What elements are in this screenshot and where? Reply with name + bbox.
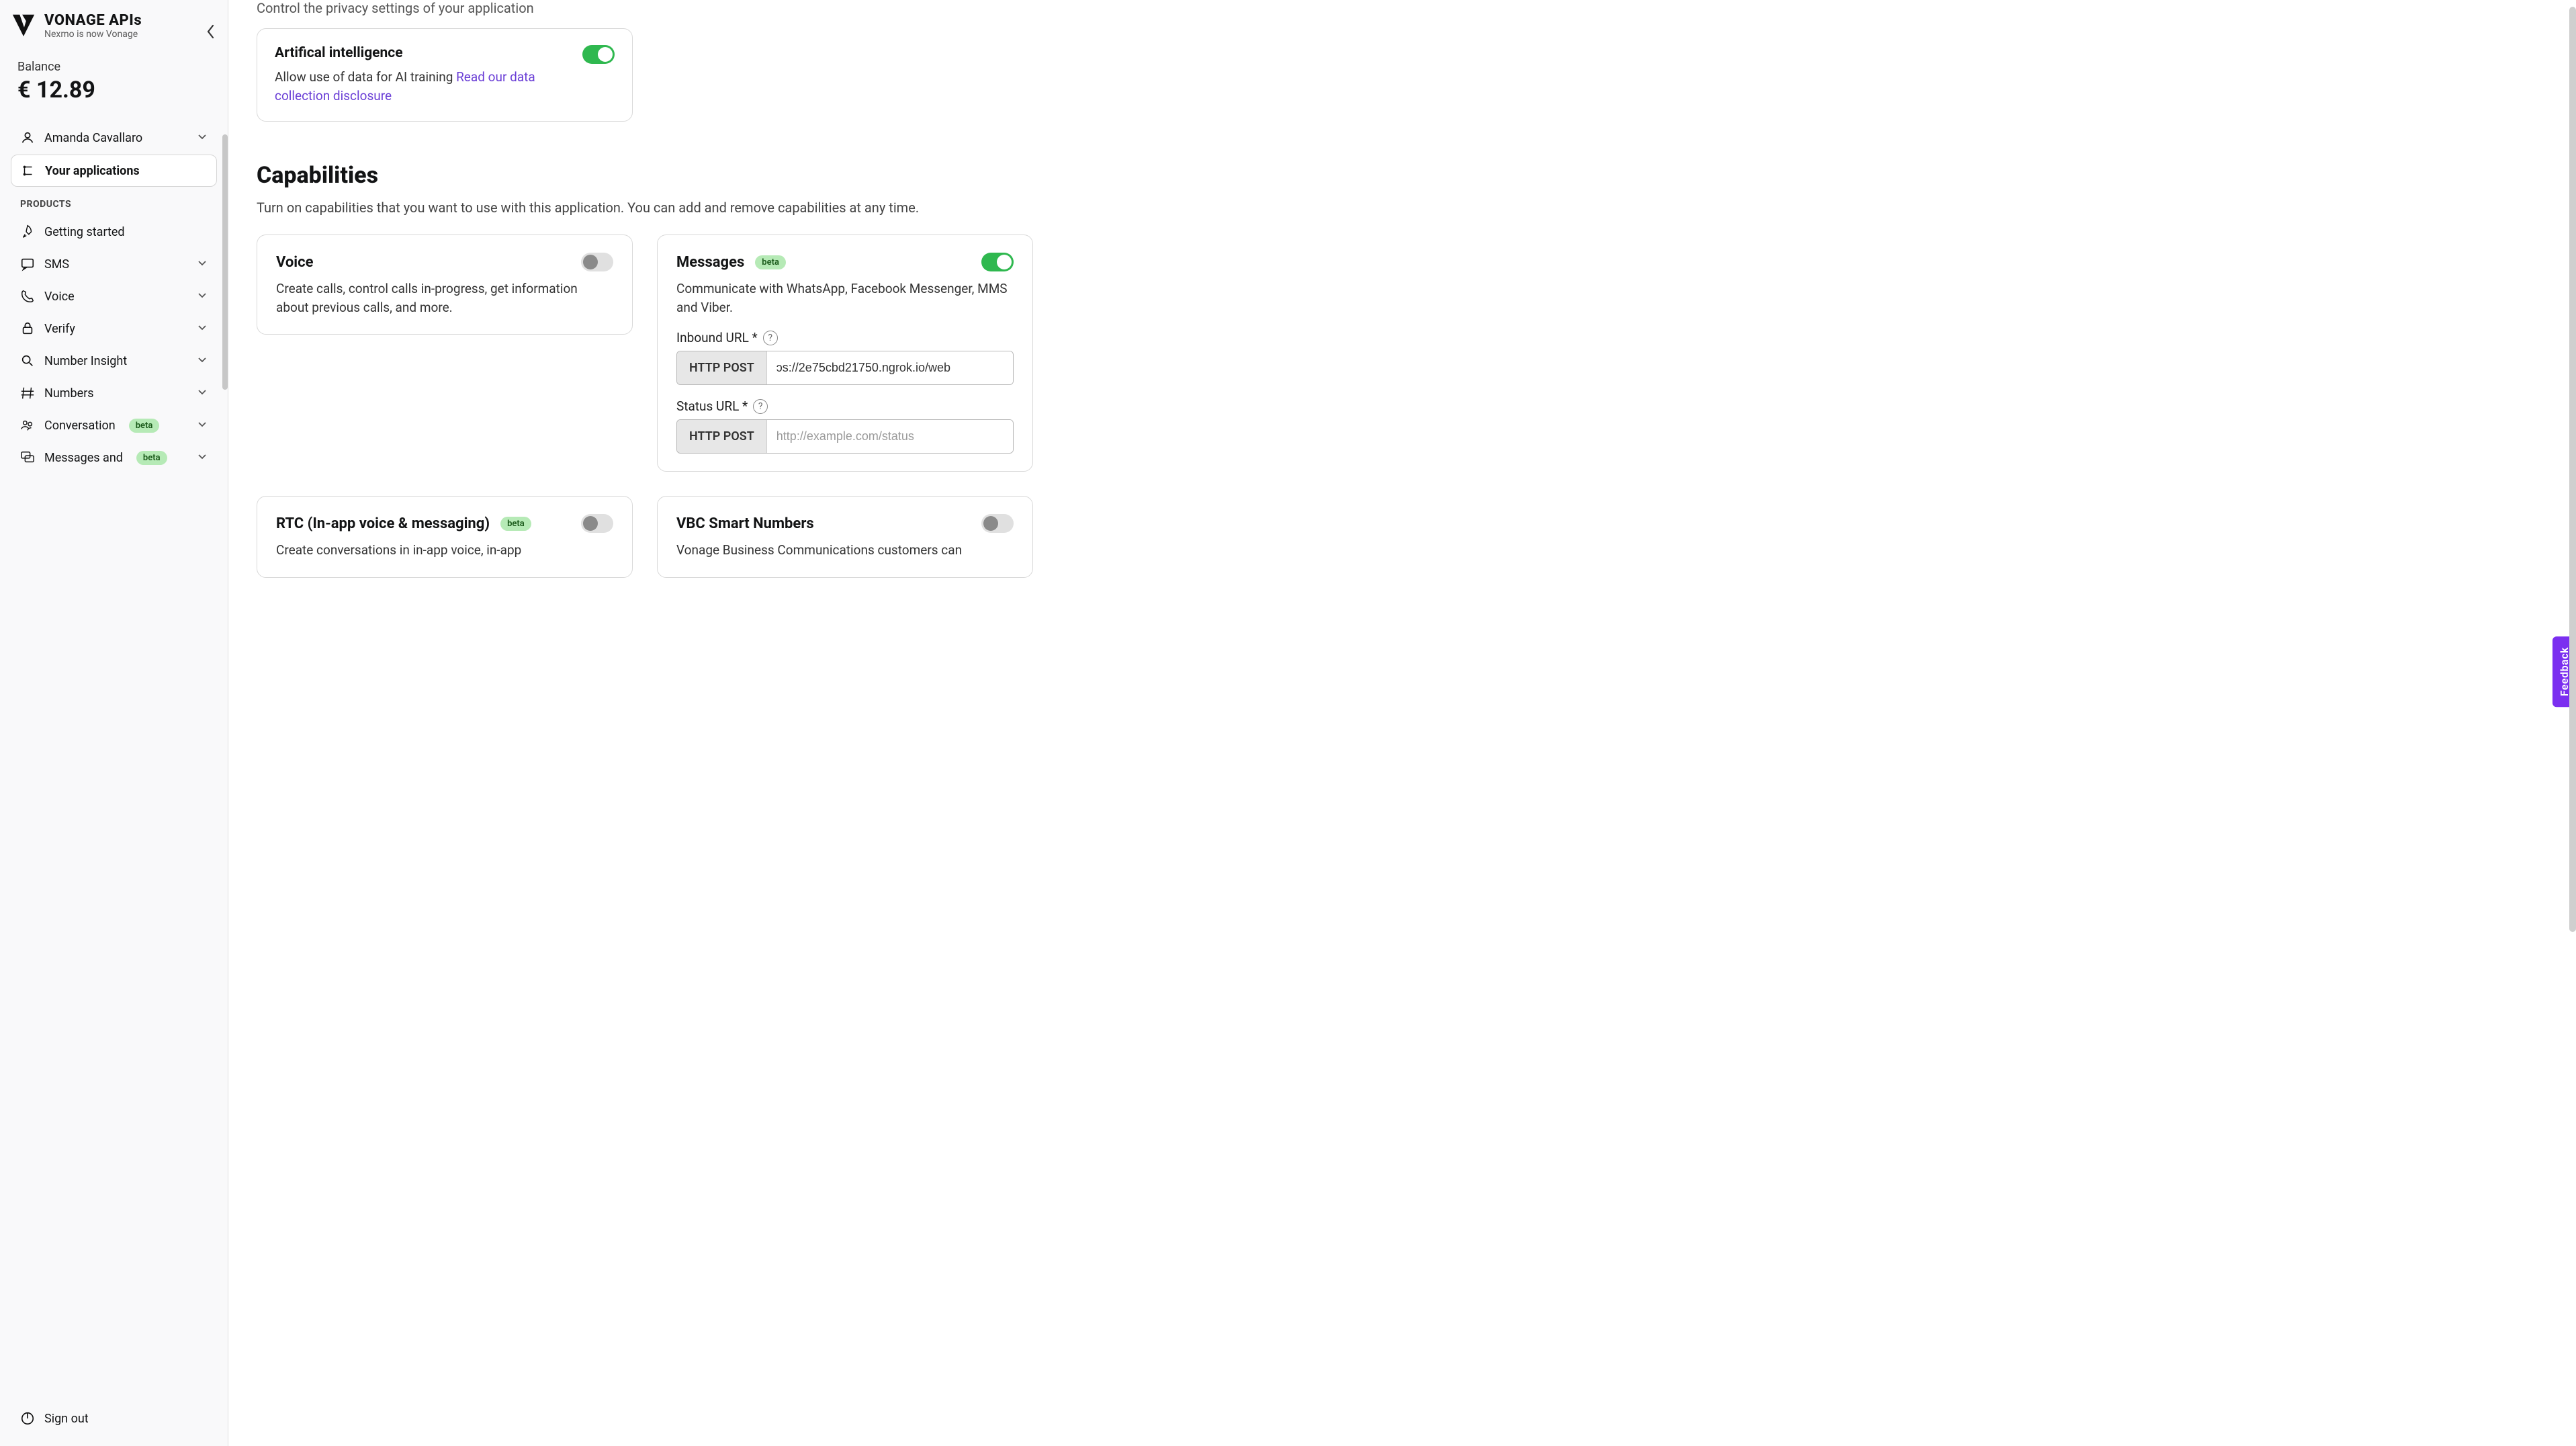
applications-icon: [21, 163, 36, 178]
capability-card-vbc: VBC Smart Numbers Vonage Business Commun…: [657, 496, 1033, 578]
rtc-toggle[interactable]: [581, 514, 613, 533]
chevron-down-icon: [197, 131, 208, 145]
sidebar: VONAGE APIs Nexmo is now Vonage Balance …: [0, 0, 228, 1446]
sidebar-item-label: SMS: [44, 257, 69, 271]
messages-desc: Communicate with WhatsApp, Facebook Mess…: [676, 280, 1014, 316]
messages-toggle[interactable]: [981, 253, 1014, 271]
chevron-down-icon: [197, 257, 208, 271]
chevron-down-icon: [197, 322, 208, 336]
beta-badge: beta: [755, 255, 786, 269]
main-content: Control the privacy settings of your app…: [228, 0, 2576, 1446]
collapse-sidebar-button[interactable]: [201, 22, 221, 42]
ai-card-desc-text: Allow use of data for AI training: [275, 69, 456, 85]
beta-badge: beta: [129, 419, 160, 433]
products-section-label: PRODUCTS: [11, 188, 217, 215]
vbc-toggle[interactable]: [981, 514, 1014, 533]
inbound-url-label: Inbound URL *: [676, 330, 758, 345]
conversation-icon: [20, 418, 35, 433]
sidebar-item-label: Number Insight: [44, 354, 127, 368]
capabilities-heading: Capabilities: [257, 162, 2552, 189]
brand-title: VONAGE APIs: [44, 12, 142, 29]
messages-title: Messages: [676, 254, 744, 271]
ai-toggle[interactable]: [582, 45, 615, 64]
chevron-down-icon: [197, 419, 208, 433]
sidebar-item-messages-and[interactable]: Messages and beta: [11, 442, 217, 473]
capabilities-subtext: Turn on capabilities that you want to us…: [257, 200, 2552, 216]
phone-icon: [20, 289, 35, 304]
lock-icon: [20, 321, 35, 336]
chevron-down-icon: [197, 451, 208, 465]
capability-card-rtc: RTC (In-app voice & messaging) beta Crea…: [257, 496, 633, 578]
sidebar-item-label: Verify: [44, 322, 75, 336]
sidebar-item-your-applications[interactable]: Your applications: [11, 155, 217, 187]
balance-label: Balance: [17, 60, 217, 74]
inbound-url-field: Inbound URL * ? HTTP POST: [676, 330, 1014, 385]
hash-icon: [20, 386, 35, 400]
rtc-desc: Create conversations in in-app voice, in…: [276, 541, 613, 560]
ai-card-title: Artifical intelligence: [275, 45, 569, 61]
voice-desc: Create calls, control calls in-progress,…: [276, 280, 613, 316]
capability-card-messages: Messages beta Communicate with WhatsApp,…: [657, 235, 1033, 472]
search-icon: [20, 353, 35, 368]
sidebar-item-sign-out[interactable]: Sign out: [11, 1403, 217, 1434]
sidebar-item-user[interactable]: Amanda Cavallaro: [11, 122, 217, 153]
voice-toggle[interactable]: [581, 253, 613, 271]
status-url-input[interactable]: [767, 420, 1013, 453]
help-icon[interactable]: ?: [763, 331, 778, 345]
balance-block: Balance € 12.89: [11, 60, 217, 103]
sidebar-item-conversation[interactable]: Conversation beta: [11, 410, 217, 441]
chevron-down-icon: [197, 354, 208, 368]
user-icon: [20, 130, 35, 145]
help-icon[interactable]: ?: [753, 399, 768, 414]
status-method-select[interactable]: HTTP POST: [677, 420, 767, 453]
sidebar-item-label: Conversation: [44, 419, 116, 433]
vonage-logo-icon: [11, 12, 36, 38]
sidebar-item-voice[interactable]: Voice: [11, 281, 217, 312]
sidebar-item-label: Your applications: [45, 164, 140, 178]
sidebar-item-label: Voice: [44, 290, 75, 304]
sidebar-item-label: Sign out: [44, 1412, 89, 1426]
sidebar-item-label: Messages and: [44, 451, 123, 465]
messages-icon: [20, 450, 35, 465]
power-icon: [20, 1411, 35, 1426]
beta-badge: beta: [500, 517, 531, 531]
sidebar-item-label: Numbers: [44, 386, 94, 400]
sidebar-item-getting-started[interactable]: Getting started: [11, 216, 217, 247]
vbc-title: VBC Smart Numbers: [676, 515, 814, 532]
sidebar-scrollbar[interactable]: [222, 134, 228, 390]
sidebar-item-sms[interactable]: SMS: [11, 249, 217, 280]
sidebar-item-label: Getting started: [44, 225, 125, 239]
beta-badge: beta: [136, 451, 167, 465]
sidebar-item-verify[interactable]: Verify: [11, 313, 217, 344]
balance-amount: € 12.89: [17, 77, 217, 103]
chevron-down-icon: [197, 386, 208, 400]
capability-card-voice: Voice Create calls, control calls in-pro…: [257, 235, 633, 335]
brand-subtitle: Nexmo is now Vonage: [44, 29, 142, 40]
inbound-url-input[interactable]: [767, 351, 1013, 384]
chat-icon: [20, 257, 35, 271]
ai-privacy-card: Artifical intelligence Allow use of data…: [257, 28, 633, 122]
sidebar-header: VONAGE APIs Nexmo is now Vonage: [11, 12, 217, 40]
chevron-down-icon: [197, 290, 208, 304]
vbc-desc: Vonage Business Communications customers…: [676, 541, 1014, 560]
sidebar-item-label: Amanda Cavallaro: [44, 131, 142, 145]
main-scrollbar[interactable]: [2569, 7, 2576, 932]
privacy-caption: Control the privacy settings of your app…: [257, 0, 2552, 16]
sidebar-item-number-insight[interactable]: Number Insight: [11, 345, 217, 376]
status-url-label: Status URL *: [676, 398, 748, 414]
status-url-field: Status URL * ? HTTP POST: [676, 398, 1014, 454]
rtc-title: RTC (In-app voice & messaging): [276, 515, 490, 532]
rocket-icon: [20, 224, 35, 239]
inbound-method-select[interactable]: HTTP POST: [677, 351, 767, 384]
ai-card-desc: Allow use of data for AI training Read o…: [275, 68, 569, 105]
sidebar-item-numbers[interactable]: Numbers: [11, 378, 217, 409]
voice-title: Voice: [276, 254, 313, 271]
